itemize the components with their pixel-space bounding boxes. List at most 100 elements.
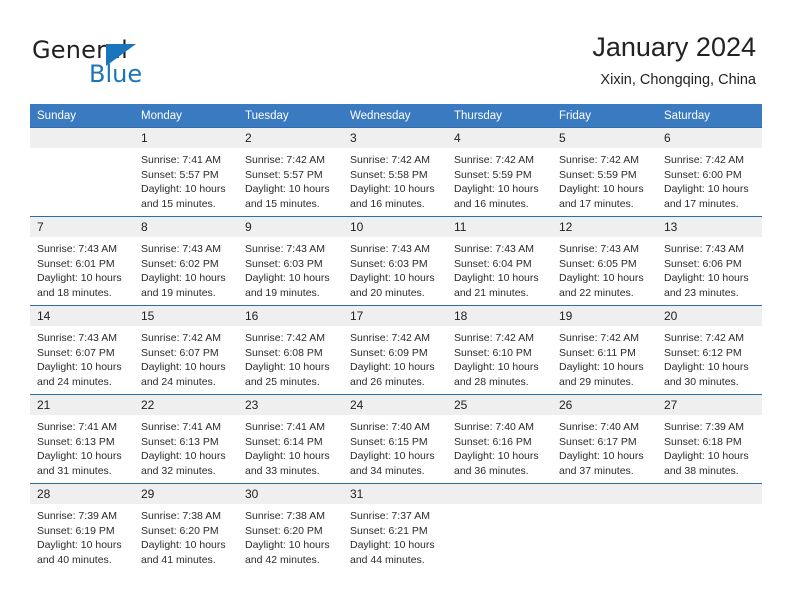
daylight-line-2: and 24 minutes.	[141, 375, 216, 388]
calendar-day-cell[interactable]: 25 Sunrise: 7:40 AM Sunset: 6:16 PM Dayligh…	[447, 394, 552, 484]
daylight-line-2: and 16 minutes.	[454, 197, 529, 210]
calendar-day-cell[interactable]: 24 Sunrise: 7:40 AM Sunset: 6:15 PM Dayligh…	[343, 394, 447, 484]
calendar-day-cell[interactable]: 26 Sunrise: 7:40 AM Sunset: 6:17 PM Dayligh…	[552, 394, 657, 484]
day-details: Sunrise: 7:43 AM Sunset: 6:07 PM Daylight:…	[30, 326, 134, 394]
day-details: Sunrise: 7:42 AM Sunset: 5:57 PM Daylight:…	[238, 148, 343, 216]
day-number: 19	[552, 306, 657, 326]
calendar-day-cell[interactable]: 22 Sunrise: 7:41 AM Sunset: 6:13 PM Dayligh…	[134, 394, 238, 484]
day-details: Sunrise: 7:41 AM Sunset: 6:14 PM Daylight:…	[238, 415, 343, 483]
calendar-day-cell[interactable]: 16 Sunrise: 7:42 AM Sunset: 6:08 PM Dayligh…	[238, 305, 343, 395]
calendar-day-cell[interactable]: 3 Sunrise: 7:42 AM Sunset: 5:58 PM Daylight…	[343, 127, 447, 217]
sunrise-line: Sunrise: 7:42 AM	[454, 154, 534, 166]
calendar-day-cell[interactable]: 18 Sunrise: 7:42 AM Sunset: 6:10 PM Dayligh…	[447, 305, 552, 395]
sunset-line: Sunset: 6:07 PM	[141, 346, 219, 359]
calendar-day-cell[interactable]: 1 Sunrise: 7:41 AM Sunset: 5:57 PM Daylight…	[134, 127, 238, 217]
sunset-line: Sunset: 6:00 PM	[664, 168, 742, 181]
sunset-line: Sunset: 6:17 PM	[559, 435, 637, 448]
calendar-body: 1 Sunrise: 7:41 AM Sunset: 5:57 PM Daylight…	[30, 127, 762, 572]
daylight-line-1: Daylight: 10 hours	[37, 361, 122, 374]
calendar-day-cell[interactable]: 7 Sunrise: 7:43 AM Sunset: 6:01 PM Daylight…	[30, 216, 134, 306]
day-details: Sunrise: 7:39 AM Sunset: 6:19 PM Daylight:…	[30, 504, 134, 572]
day-number: 7	[30, 217, 134, 237]
day-number: 28	[30, 484, 134, 504]
daylight-line-2: and 41 minutes.	[141, 553, 216, 566]
day-details: Sunrise: 7:43 AM Sunset: 6:06 PM Daylight:…	[657, 237, 762, 305]
daylight-line-2: and 29 minutes.	[559, 375, 634, 388]
calendar-day-cell[interactable]: 9 Sunrise: 7:43 AM Sunset: 6:03 PM Daylight…	[238, 216, 343, 306]
calendar-day-cell[interactable]: 29 Sunrise: 7:38 AM Sunset: 6:20 PM Dayligh…	[134, 483, 238, 572]
calendar-week-row: 14 Sunrise: 7:43 AM Sunset: 6:07 PM Dayligh…	[30, 305, 762, 395]
daylight-line-2: and 24 minutes.	[37, 375, 112, 388]
daylight-line-1: Daylight: 10 hours	[559, 183, 644, 196]
sunset-line: Sunset: 5:58 PM	[350, 168, 428, 181]
calendar-day-cell[interactable]: 5 Sunrise: 7:42 AM Sunset: 5:59 PM Daylight…	[552, 127, 657, 217]
daylight-line-2: and 16 minutes.	[350, 197, 425, 210]
sunrise-line: Sunrise: 7:43 AM	[350, 243, 430, 255]
sunset-line: Sunset: 6:10 PM	[454, 346, 532, 359]
calendar-day-cell[interactable]: 11 Sunrise: 7:43 AM Sunset: 6:04 PM Dayligh…	[447, 216, 552, 306]
daylight-line-1: Daylight: 10 hours	[559, 361, 644, 374]
day-number: 27	[657, 395, 762, 415]
day-details	[552, 504, 657, 572]
generalblue-logo[interactable]: General Blue	[32, 36, 212, 88]
daylight-line-1: Daylight: 10 hours	[350, 183, 435, 196]
daylight-line-1: Daylight: 10 hours	[141, 539, 226, 552]
sunrise-line: Sunrise: 7:38 AM	[141, 510, 221, 522]
calendar-day-cell[interactable]: 12 Sunrise: 7:43 AM Sunset: 6:05 PM Dayligh…	[552, 216, 657, 306]
calendar-day-cell[interactable]: 30 Sunrise: 7:38 AM Sunset: 6:20 PM Dayligh…	[238, 483, 343, 572]
day-details: Sunrise: 7:38 AM Sunset: 6:20 PM Daylight:…	[238, 504, 343, 572]
calendar-day-cell[interactable]: 10 Sunrise: 7:43 AM Sunset: 6:03 PM Dayligh…	[343, 216, 447, 306]
daylight-line-2: and 18 minutes.	[37, 286, 112, 299]
sunrise-line: Sunrise: 7:40 AM	[454, 421, 534, 433]
day-details: Sunrise: 7:41 AM Sunset: 5:57 PM Daylight:…	[134, 148, 238, 216]
calendar-day-cell-empty	[30, 127, 134, 217]
calendar-day-cell[interactable]: 4 Sunrise: 7:42 AM Sunset: 5:59 PM Daylight…	[447, 127, 552, 217]
calendar-day-cell[interactable]: 21 Sunrise: 7:41 AM Sunset: 6:13 PM Dayligh…	[30, 394, 134, 484]
daylight-line-1: Daylight: 10 hours	[559, 450, 644, 463]
day-number	[552, 484, 657, 504]
sunrise-line: Sunrise: 7:43 AM	[37, 332, 117, 344]
sunrise-line: Sunrise: 7:39 AM	[664, 421, 744, 433]
calendar-day-cell[interactable]: 14 Sunrise: 7:43 AM Sunset: 6:07 PM Dayligh…	[30, 305, 134, 395]
calendar-day-cell[interactable]: 20 Sunrise: 7:42 AM Sunset: 6:12 PM Dayligh…	[657, 305, 762, 395]
day-number: 4	[447, 128, 552, 148]
sunset-line: Sunset: 6:09 PM	[350, 346, 428, 359]
calendar-day-cell[interactable]: 27 Sunrise: 7:39 AM Sunset: 6:18 PM Dayligh…	[657, 394, 762, 484]
calendar-day-cell[interactable]: 23 Sunrise: 7:41 AM Sunset: 6:14 PM Dayligh…	[238, 394, 343, 484]
calendar-day-cell[interactable]: 31 Sunrise: 7:37 AM Sunset: 6:21 PM Dayligh…	[343, 483, 447, 572]
daylight-line-2: and 32 minutes.	[141, 464, 216, 477]
daylight-line-1: Daylight: 10 hours	[37, 539, 122, 552]
day-number: 2	[238, 128, 343, 148]
calendar-day-cell[interactable]: 8 Sunrise: 7:43 AM Sunset: 6:02 PM Daylight…	[134, 216, 238, 306]
day-number: 8	[134, 217, 238, 237]
day-number: 12	[552, 217, 657, 237]
calendar-day-cell[interactable]: 28 Sunrise: 7:39 AM Sunset: 6:19 PM Dayligh…	[30, 483, 134, 572]
weekday-header-friday: Friday	[552, 104, 657, 128]
sunset-line: Sunset: 5:59 PM	[454, 168, 532, 181]
calendar-week-row: 1 Sunrise: 7:41 AM Sunset: 5:57 PM Daylight…	[30, 127, 762, 217]
daylight-line-1: Daylight: 10 hours	[141, 272, 226, 285]
sunset-line: Sunset: 6:20 PM	[245, 524, 323, 537]
calendar-week-row: 21 Sunrise: 7:41 AM Sunset: 6:13 PM Dayligh…	[30, 394, 762, 484]
calendar-table: Sunday Monday Tuesday Wednesday Thursday…	[30, 104, 762, 572]
daylight-line-1: Daylight: 10 hours	[141, 361, 226, 374]
calendar-day-cell[interactable]: 19 Sunrise: 7:42 AM Sunset: 6:11 PM Dayligh…	[552, 305, 657, 395]
day-number: 20	[657, 306, 762, 326]
sunset-line: Sunset: 6:08 PM	[245, 346, 323, 359]
day-details: Sunrise: 7:39 AM Sunset: 6:18 PM Daylight:…	[657, 415, 762, 483]
calendar-day-cell[interactable]: 17 Sunrise: 7:42 AM Sunset: 6:09 PM Dayligh…	[343, 305, 447, 395]
calendar-day-cell[interactable]: 13 Sunrise: 7:43 AM Sunset: 6:06 PM Dayligh…	[657, 216, 762, 306]
sunset-line: Sunset: 6:12 PM	[664, 346, 742, 359]
daylight-line-1: Daylight: 10 hours	[37, 272, 122, 285]
daylight-line-2: and 34 minutes.	[350, 464, 425, 477]
calendar-day-cell[interactable]: 2 Sunrise: 7:42 AM Sunset: 5:57 PM Daylight…	[238, 127, 343, 217]
calendar-day-cell[interactable]: 6 Sunrise: 7:42 AM Sunset: 6:00 PM Daylight…	[657, 127, 762, 217]
title-block: January 2024 Xixin, Chongqing, China	[592, 30, 756, 91]
daylight-line-2: and 38 minutes.	[664, 464, 739, 477]
daylight-line-1: Daylight: 10 hours	[245, 183, 330, 196]
daylight-line-2: and 20 minutes.	[350, 286, 425, 299]
daylight-line-1: Daylight: 10 hours	[454, 450, 539, 463]
day-number: 5	[552, 128, 657, 148]
day-number: 21	[30, 395, 134, 415]
calendar-day-cell[interactable]: 15 Sunrise: 7:42 AM Sunset: 6:07 PM Dayligh…	[134, 305, 238, 395]
